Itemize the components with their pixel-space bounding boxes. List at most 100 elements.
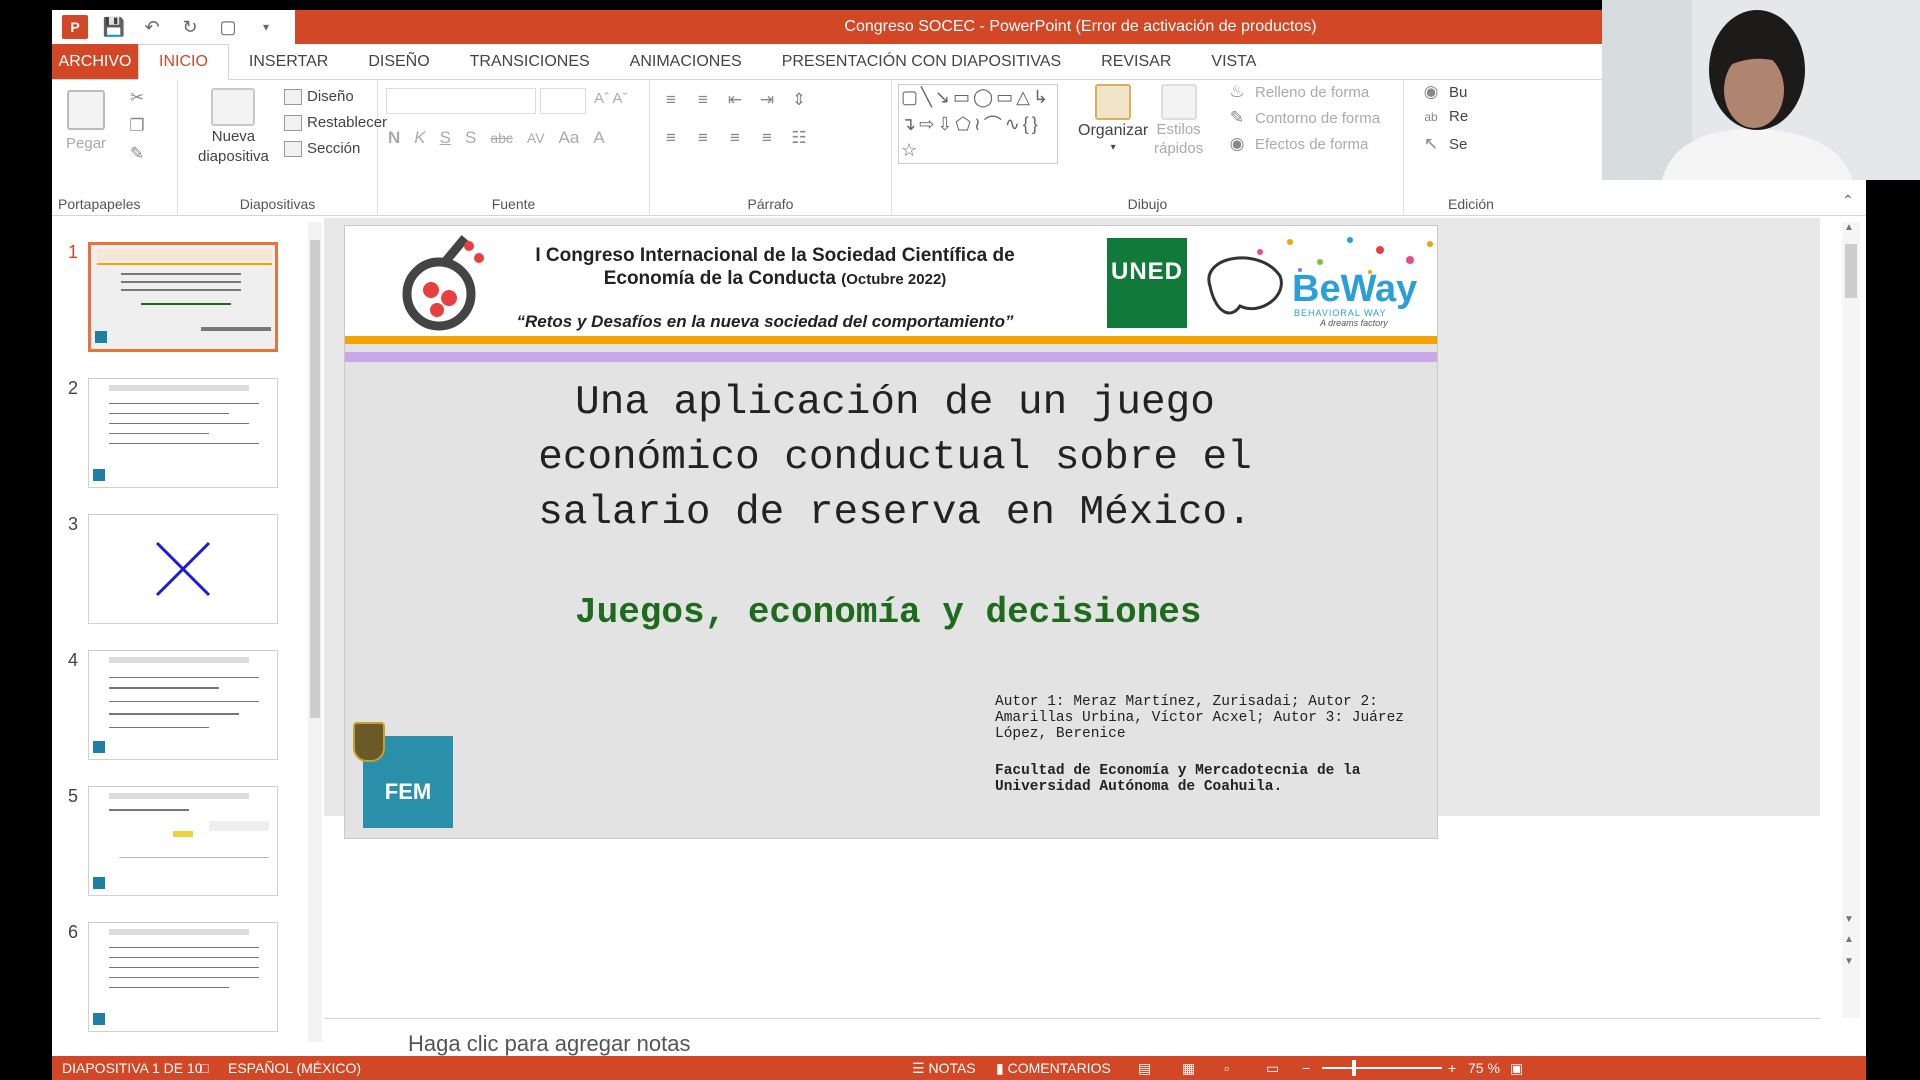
tab-revisar[interactable]: REVISAR (1081, 44, 1191, 79)
reset-button[interactable]: Restablecer (284, 114, 387, 131)
thumbnails-scrollbar[interactable] (308, 222, 322, 1042)
thumbnail-slide-2[interactable]: 2 (52, 378, 302, 498)
tab-diseno[interactable]: DISEÑO (348, 44, 449, 79)
thumbnail-slide-1[interactable]: 1 (52, 242, 302, 362)
start-slideshow-icon[interactable]: ▢ (216, 15, 240, 39)
replace-button[interactable]: ab Re (1418, 108, 1468, 125)
font-color-button[interactable]: A (593, 128, 604, 148)
slide-canvas[interactable]: I Congreso Internacional de la Sociedad … (344, 225, 1438, 839)
redo-icon[interactable]: ↻ (178, 15, 202, 39)
slide-scrollbar-thumb[interactable] (1845, 244, 1857, 298)
thumbnail-slide-3[interactable]: 3 (52, 514, 302, 634)
triangle-shape-icon[interactable]: △ (1016, 87, 1030, 108)
curve-shape-icon[interactable]: ≀ (974, 114, 981, 135)
slide-scrollbar[interactable]: ▲ ▼ ▲ ▼ (1842, 222, 1860, 1018)
change-case-button[interactable]: Aa (559, 128, 580, 148)
tab-archivo[interactable]: ARCHIVO (52, 44, 138, 79)
shadow-button[interactable]: S (465, 128, 476, 148)
font-size-select[interactable] (540, 88, 586, 114)
bullets-icon[interactable]: ≡ (658, 90, 684, 110)
reading-view-icon[interactable]: ▫ (1224, 1060, 1229, 1076)
notes-toggle-button[interactable]: ☰ NOTAS (912, 1060, 976, 1077)
zoom-out-icon[interactable]: − (1302, 1060, 1310, 1076)
shapes-gallery[interactable]: ▢ ╲ ↘ ▭ ◯ ▭ △ ↳ ↴ ⇨ ⇩ ⬠ ≀ ⌒ ∿{} ☆ (898, 84, 1058, 164)
slide-sorter-view-icon[interactable]: ▦ (1182, 1060, 1195, 1077)
zoom-in-icon[interactable]: + (1448, 1060, 1456, 1076)
previous-slide-icon[interactable]: ▲ (1844, 934, 1854, 945)
tab-animaciones[interactable]: ANIMACIONES (610, 44, 762, 79)
zoom-level[interactable]: 75 % (1468, 1060, 1500, 1076)
thumbnail-slide-6[interactable]: 6 (52, 922, 302, 1042)
thumbnail-slide-4[interactable]: 4 (52, 650, 302, 770)
shape-fill-button[interactable]: ♨ Relleno de forma (1224, 82, 1369, 102)
justify-icon[interactable]: ≡ (754, 128, 780, 148)
new-slide-button[interactable]: Nueva diapositiva (198, 88, 269, 166)
character-spacing-button[interactable]: AV (527, 130, 545, 146)
slide-authors[interactable]: Autor 1: Meraz Martínez, Zurisadai; Auto… (995, 694, 1415, 742)
increase-indent-icon[interactable]: ⇥ (754, 90, 780, 110)
slide-faculty[interactable]: Facultad de Economía y Mercadotecnia de … (995, 763, 1415, 795)
thumbnails-scrollbar-thumb[interactable] (310, 240, 320, 718)
line-spacing-icon[interactable]: ⇕ (786, 90, 812, 110)
rectangle-shape-icon[interactable]: ▭ (953, 87, 970, 108)
slide-subtitle[interactable]: Juegos, economía y decisiones (575, 592, 1295, 633)
save-icon[interactable]: 💾 (102, 15, 126, 39)
zoom-slider-track[interactable] (1322, 1067, 1442, 1069)
layout-button[interactable]: Diseño (284, 88, 354, 105)
undo-icon[interactable]: ↶ (140, 15, 164, 39)
comments-toggle-button[interactable]: ▮ COMENTARIOS (996, 1060, 1111, 1077)
scroll-up-icon[interactable]: ▲ (1844, 222, 1854, 233)
oval-shape-icon[interactable]: ◯ (973, 87, 993, 108)
zoom-slider-handle[interactable] (1352, 1060, 1356, 1076)
align-right-icon[interactable]: ≡ (722, 128, 748, 148)
right-brace-shape-icon[interactable]: } (1032, 114, 1038, 135)
grow-font-icon[interactable]: Aˆ Aˇ (594, 90, 627, 107)
fit-to-window-icon[interactable]: ▣ (1510, 1060, 1523, 1077)
tab-inicio[interactable]: INICIO (138, 44, 229, 80)
customize-qat-icon[interactable]: ▾ (254, 15, 278, 39)
font-name-select[interactable] (386, 88, 536, 114)
tab-transiciones[interactable]: TRANSICIONES (450, 44, 610, 79)
find-button[interactable]: ◉ Bu (1418, 82, 1468, 102)
rounded-rect-shape-icon[interactable]: ▭ (996, 87, 1013, 108)
arc-shape-icon[interactable]: ⌒ (984, 111, 1002, 137)
powerpoint-app-icon[interactable]: P (62, 15, 88, 39)
section-button[interactable]: Sección (284, 140, 360, 157)
freeform-shape-icon[interactable]: ∿ (1005, 114, 1020, 135)
pentagon-shape-icon[interactable]: ⬠ (955, 114, 971, 135)
quick-styles-button[interactable]: Estilos rápidos (1154, 84, 1203, 158)
star-shape-icon[interactable]: ☆ (901, 140, 917, 161)
normal-view-icon[interactable]: ▤ (1138, 1060, 1151, 1077)
cut-button[interactable]: ✂ (124, 88, 150, 108)
next-slide-icon[interactable]: ▼ (1844, 956, 1854, 967)
right-arrow-shape-icon[interactable]: ⇨ (919, 114, 934, 135)
copy-button[interactable]: ❐ (124, 116, 150, 136)
notes-placeholder[interactable]: Haga clic para agregar notas (408, 1031, 691, 1057)
format-painter-button[interactable]: ✎ (124, 144, 150, 164)
scroll-down-icon[interactable]: ▼ (1844, 914, 1854, 925)
shape-outline-button[interactable]: ✎ Contorno de forma (1224, 108, 1380, 128)
strikethrough-button[interactable]: abc (490, 130, 513, 146)
decrease-indent-icon[interactable]: ⇤ (722, 90, 748, 110)
arrange-button[interactable]: Organizar ▾ (1078, 84, 1148, 153)
tab-presentacion[interactable]: PRESENTACIÓN CON DIAPOSITIVAS (762, 44, 1081, 79)
slideshow-view-icon[interactable]: ▭ (1266, 1060, 1279, 1077)
line-shape-icon[interactable]: ╲ (921, 87, 932, 108)
underline-button[interactable]: S (440, 128, 451, 148)
select-button[interactable]: ↖ Se (1418, 134, 1467, 154)
thumbnail-slide-5[interactable]: 5 (52, 786, 302, 906)
shape-effects-button[interactable]: ◉ Efectos de forma (1224, 134, 1369, 154)
align-left-icon[interactable]: ≡ (658, 128, 684, 148)
align-center-icon[interactable]: ≡ (690, 128, 716, 148)
bold-button[interactable]: N (388, 128, 400, 148)
numbering-icon[interactable]: ≡ (690, 90, 716, 110)
columns-icon[interactable]: ☷ (786, 128, 812, 148)
elbow-shape-icon[interactable]: ↳ (1033, 87, 1048, 108)
tab-vista[interactable]: VISTA (1191, 44, 1276, 79)
connector-shape-icon[interactable]: ↴ (901, 114, 916, 135)
down-arrow-shape-icon[interactable]: ⇩ (937, 114, 952, 135)
slide-title[interactable]: Una aplicación de un juego económico con… (445, 376, 1345, 541)
tab-insertar[interactable]: INSERTAR (229, 44, 348, 79)
language-indicator[interactable]: ESPAÑOL (MÉXICO) (228, 1060, 361, 1076)
left-brace-shape-icon[interactable]: { (1023, 114, 1029, 135)
